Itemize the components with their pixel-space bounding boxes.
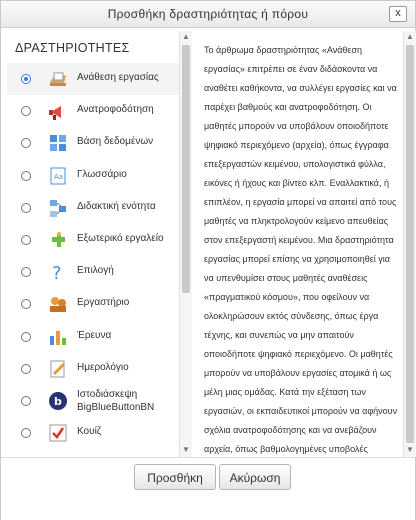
- activities-heading: ΔΡΑΣΤΗΡΙΟΤΗΤΕΣ: [15, 41, 130, 55]
- activity-option[interactable]: Aa Γλωσσάριο: [7, 160, 179, 192]
- activity-option[interactable]: Ανάθεση εργασίας: [7, 63, 179, 95]
- activity-label: Επιλογή: [77, 265, 114, 276]
- scrollbar-thumb[interactable]: [182, 45, 190, 293]
- activity-label: Διδακτική ενότητα: [77, 201, 156, 212]
- scrollbar-thumb[interactable]: [406, 45, 414, 443]
- close-button[interactable]: x: [389, 6, 407, 22]
- scroll-up-arrow-icon[interactable]: ▲: [182, 32, 190, 41]
- activity-list-scrollbar[interactable]: ▲ ▼: [179, 31, 192, 457]
- dialog-titlebar: Προσθήκη δραστηριότητας ή πόρου x: [1, 1, 415, 28]
- activity-list: ΔΡΑΣΤΗΡΙΟΤΗΤΕΣ Ανάθεση εργασίας Ανατροφοδ…: [7, 31, 180, 457]
- scroll-down-arrow-icon[interactable]: ▼: [406, 445, 414, 454]
- activity-option[interactable]: Βάση δεδομένων: [7, 127, 179, 159]
- activity-option[interactable]: b Ιστοδιάσκεψη BigBlueButtonBN: [7, 385, 179, 417]
- dialog-title: Προσθήκη δραστηριότητας ή πόρου: [107, 7, 309, 21]
- activity-radio[interactable]: [21, 203, 31, 213]
- activity-radio[interactable]: [21, 267, 31, 277]
- activity-radio[interactable]: [21, 171, 31, 181]
- activity-option[interactable]: Εξωτερικό εργαλείο: [7, 224, 179, 256]
- choice-icon: ?: [47, 261, 69, 284]
- activity-option[interactable]: Έρευνα: [7, 321, 179, 353]
- activity-label: Ανάθεση εργασίας: [77, 72, 159, 83]
- cancel-button[interactable]: Ακύρωση: [219, 464, 291, 490]
- activity-label: Βάση δεδομένων: [77, 136, 154, 147]
- activity-option[interactable]: Πακέτο SCORM: [7, 449, 179, 457]
- description-scrollbar[interactable]: ▲ ▼: [403, 31, 416, 457]
- activity-description: Το άρθρωμα δραστηριότητας «Ανάθεση εργασ…: [204, 45, 398, 454]
- activity-radio[interactable]: [21, 364, 31, 374]
- assignment-icon: [47, 68, 69, 90]
- activity-option[interactable]: ? Επιλογή: [7, 256, 179, 288]
- activity-radio[interactable]: [21, 235, 31, 245]
- activity-label: Ιστοδιάσκεψη BigBlueButtonBN: [77, 389, 155, 413]
- bigbluebutton-icon: b: [47, 390, 69, 412]
- activity-option[interactable]: Ημερολόγιο: [7, 353, 179, 385]
- add-button[interactable]: Προσθήκη: [134, 464, 216, 490]
- dialog-footer: Προσθήκη Ακύρωση: [1, 457, 415, 520]
- activity-label: Ανατροφοδότηση: [77, 104, 154, 115]
- scroll-down-arrow-icon[interactable]: ▼: [182, 445, 190, 454]
- survey-icon: [47, 326, 69, 348]
- activity-label: Ημερολόγιο: [77, 362, 129, 373]
- description-panel: Το άρθρωμα δραστηριότητας «Ανάθεση εργασ…: [196, 31, 401, 457]
- lesson-icon: [47, 197, 69, 219]
- activity-label: Κουίζ: [77, 426, 102, 437]
- svg-text:Aa: Aa: [54, 173, 63, 181]
- quiz-icon: [47, 422, 69, 444]
- activity-option[interactable]: Κουίζ: [7, 417, 179, 449]
- scroll-up-arrow-icon[interactable]: ▲: [406, 32, 414, 41]
- svg-text:?: ?: [52, 263, 62, 283]
- activity-option[interactable]: Ανατροφοδότηση: [7, 95, 179, 127]
- activity-radio[interactable]: [21, 299, 31, 309]
- activity-label: Έρευνα: [77, 330, 112, 341]
- activity-option[interactable]: Εργαστήριο: [7, 288, 179, 320]
- add-activity-dialog: Προσθήκη δραστηριότητας ή πόρου x ΔΡΑΣΤΗ…: [0, 0, 416, 520]
- database-icon: [47, 132, 69, 154]
- svg-text:b: b: [54, 395, 62, 408]
- activity-radio[interactable]: [21, 332, 31, 342]
- activity-radio[interactable]: [21, 106, 31, 116]
- journal-icon: [47, 358, 69, 380]
- glossary-icon: Aa: [47, 165, 69, 187]
- activity-label: Εξωτερικό εργαλείο: [77, 233, 164, 244]
- activity-label: Γλωσσάριο: [77, 169, 127, 180]
- feedback-icon: [47, 100, 69, 122]
- workshop-icon: [47, 293, 69, 315]
- activity-radio[interactable]: [21, 396, 31, 406]
- activity-radio[interactable]: [21, 74, 31, 84]
- activity-option[interactable]: Διδακτική ενότητα: [7, 192, 179, 224]
- activity-label: Εργαστήριο: [77, 297, 130, 308]
- activity-radio[interactable]: [21, 428, 31, 438]
- activity-radio[interactable]: [21, 138, 31, 148]
- external-tool-icon: [47, 229, 69, 251]
